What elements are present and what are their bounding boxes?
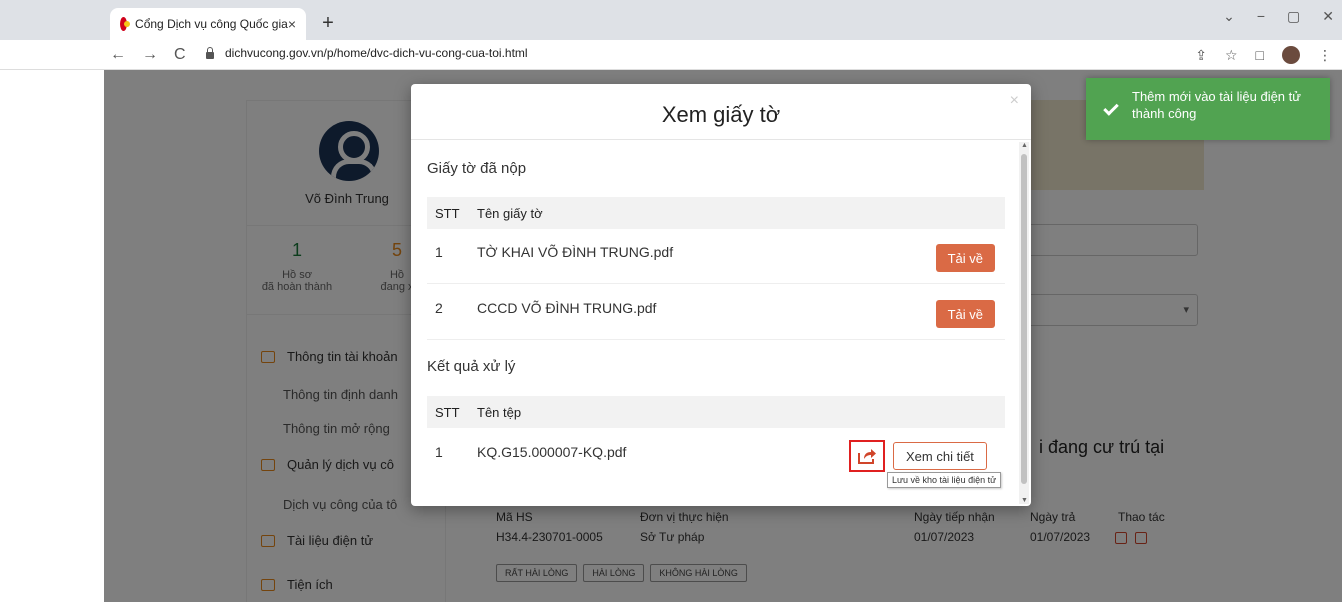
- table-row: 2 CCCD VÕ ĐÌNH TRUNG.pdf Tải về: [427, 286, 1005, 340]
- submitted-docs-title: Giấy tờ đã nộp: [427, 160, 527, 177]
- bookmark-star-icon[interactable]: ☆: [1225, 47, 1238, 64]
- col-file-name: Tên tệp: [477, 405, 522, 420]
- modal-title: Xem giấy tờ: [661, 102, 781, 127]
- address-bar: ← → C dichvucong.gov.vn/p/home/dvc-dich-…: [0, 40, 1342, 70]
- table-row: 1 TỜ KHAI VÕ ĐÌNH TRUNG.pdf Tải về: [427, 230, 1005, 284]
- table-row: 1 KQ.G15.000007-KQ.pdf Xem chi tiết Lưu …: [427, 430, 1005, 488]
- browser-actions: ⇪ ☆ □ ⋮: [1195, 46, 1332, 64]
- close-icon[interactable]: ×: [1010, 92, 1019, 110]
- forward-icon[interactable]: →: [142, 46, 158, 64]
- back-icon[interactable]: ←: [110, 46, 126, 64]
- url-field[interactable]: dichvucong.gov.vn/p/home/dvc-dich-vu-con…: [205, 46, 528, 60]
- view-detail-button[interactable]: Xem chi tiết: [893, 442, 987, 470]
- tab-list-icon[interactable]: ⌄: [1223, 8, 1235, 25]
- modal-header: Xem giấy tờ ×: [411, 84, 1031, 140]
- window-controls: ⌄ − ▢ ✕: [1223, 8, 1334, 25]
- side-panel-icon[interactable]: □: [1256, 47, 1264, 63]
- lock-icon: [205, 47, 215, 59]
- row-stt: 2: [435, 300, 443, 316]
- minimize-icon[interactable]: −: [1257, 8, 1265, 25]
- browser-tab-bar: Cổng Dịch vụ công Quốc gia × + ⌄ − ▢ ✕: [0, 0, 1342, 40]
- row-file-name: KQ.G15.000007-KQ.pdf: [477, 444, 627, 460]
- row-doc-name: CCCD VÕ ĐÌNH TRUNG.pdf: [477, 300, 657, 316]
- tab-close-icon[interactable]: ×: [288, 16, 296, 32]
- view-documents-modal: Xem giấy tờ × Giấy tờ đã nộp STT Tên giấ…: [411, 84, 1031, 506]
- row-stt: 1: [435, 444, 443, 460]
- site-favicon-icon: [120, 17, 131, 31]
- toast-message: Thêm mới vào tài liệu điện tử thành công: [1132, 89, 1301, 121]
- submitted-table-header: STT Tên giấy tờ: [427, 197, 1005, 229]
- save-tooltip: Lưu về kho tài liệu điện tử: [887, 472, 1002, 488]
- new-tab-icon[interactable]: +: [318, 12, 338, 35]
- results-table-header: STT Tên tệp: [427, 396, 1005, 428]
- profile-avatar[interactable]: [1282, 46, 1300, 64]
- browser-tab[interactable]: Cổng Dịch vụ công Quốc gia ×: [110, 8, 306, 40]
- save-to-storage-button[interactable]: [849, 440, 885, 472]
- download-button[interactable]: Tải về: [935, 300, 995, 328]
- col-doc-name: Tên giấy tờ: [477, 206, 543, 221]
- browser-menu-icon[interactable]: ⋮: [1318, 47, 1332, 64]
- tab-title: Cổng Dịch vụ công Quốc gia: [135, 17, 288, 31]
- maximize-icon[interactable]: ▢: [1287, 8, 1300, 25]
- row-doc-name: TỜ KHAI VÕ ĐÌNH TRUNG.pdf: [477, 244, 674, 260]
- modal-scrollbar[interactable]: ▲ ▼: [1019, 142, 1029, 504]
- share-icon[interactable]: ⇪: [1195, 47, 1207, 64]
- results-title: Kết quả xử lý: [427, 358, 516, 375]
- nav-buttons: ← → C: [110, 46, 186, 64]
- scroll-down-icon[interactable]: ▼: [1021, 497, 1028, 504]
- close-window-icon[interactable]: ✕: [1322, 8, 1334, 25]
- col-stt: STT: [435, 405, 460, 420]
- col-stt: STT: [435, 206, 460, 221]
- checkmark-icon: [1103, 100, 1119, 116]
- row-stt: 1: [435, 244, 443, 260]
- scroll-thumb[interactable]: [1021, 154, 1027, 484]
- modal-body: Giấy tờ đã nộp STT Tên giấy tờ 1 TỜ KHAI…: [411, 140, 1019, 506]
- url-text: dichvucong.gov.vn/p/home/dvc-dich-vu-con…: [225, 46, 528, 60]
- download-button[interactable]: Tải về: [935, 244, 995, 272]
- success-toast[interactable]: Thêm mới vào tài liệu điện tử thành công: [1086, 78, 1330, 140]
- scroll-up-icon[interactable]: ▲: [1021, 142, 1028, 149]
- share-arrow-icon: [858, 449, 876, 464]
- reload-icon[interactable]: C: [174, 46, 186, 64]
